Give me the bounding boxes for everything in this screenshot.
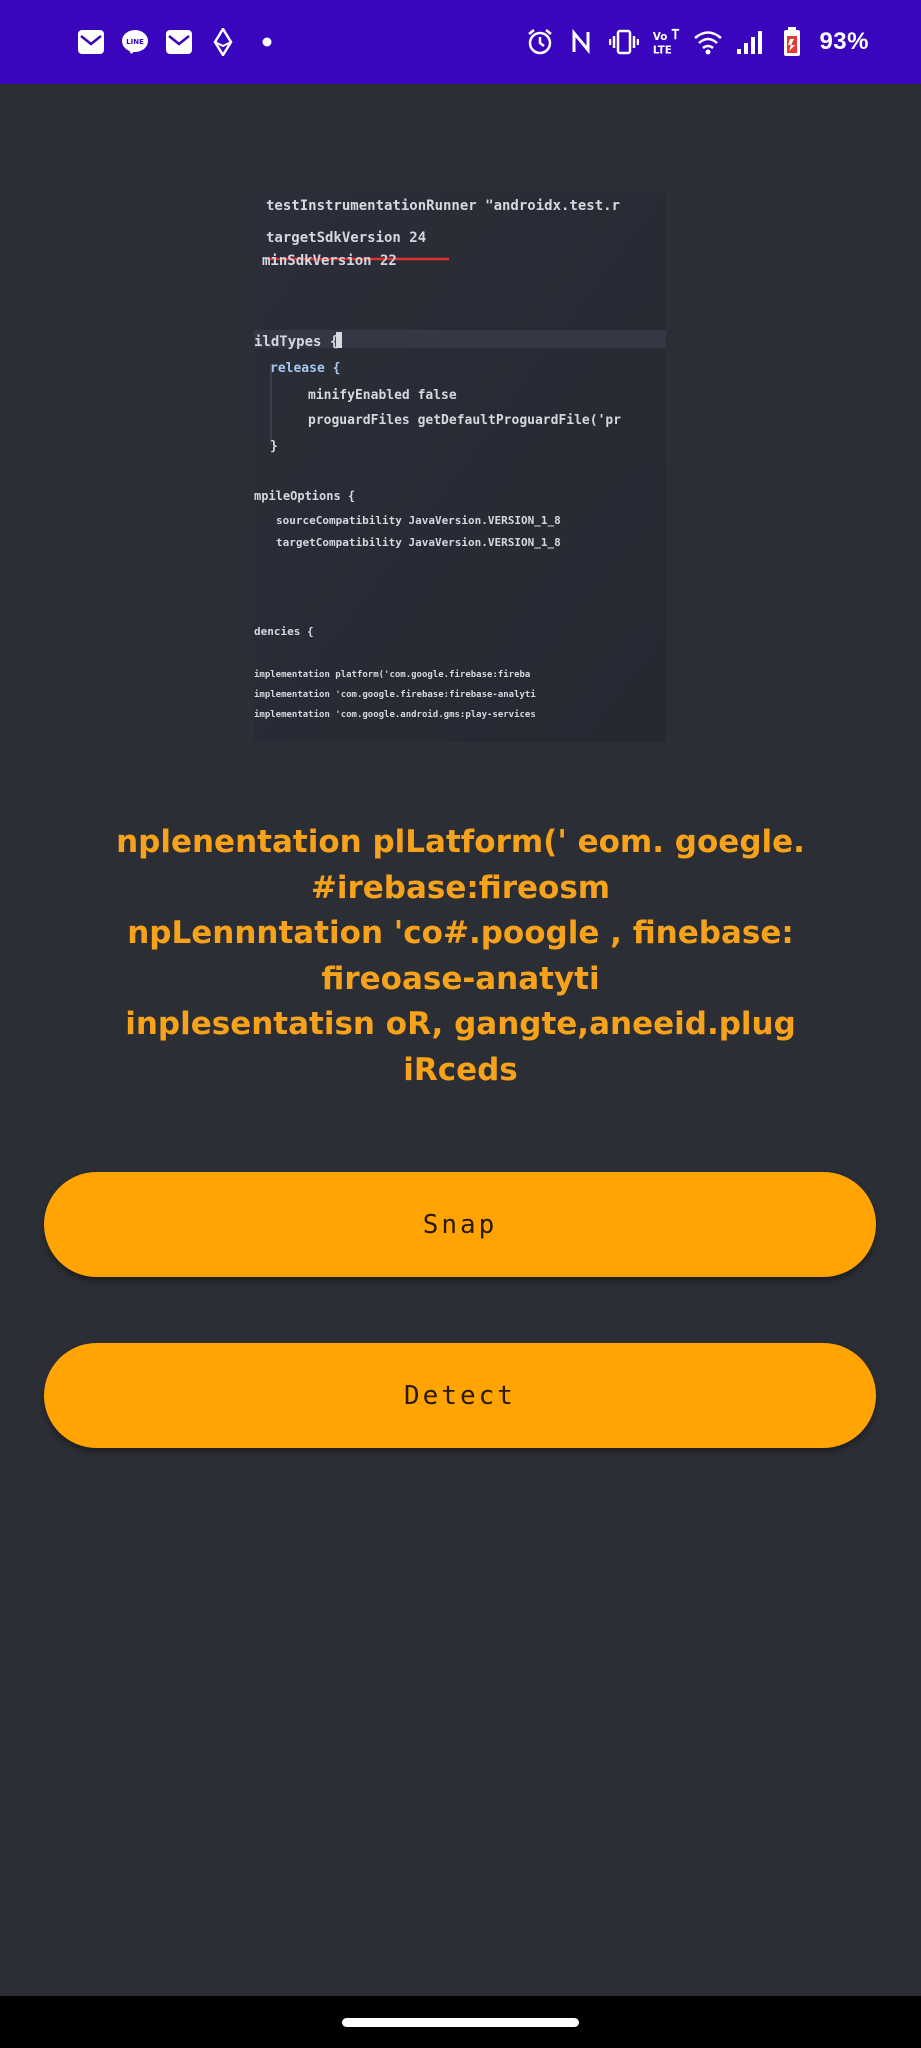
status-bar: LINE Vo LTE 93% xyxy=(0,0,921,84)
code-line: } xyxy=(270,439,278,454)
mail-icon xyxy=(76,27,106,57)
volte-icon: Vo LTE xyxy=(651,27,681,57)
vibrate-icon xyxy=(609,27,640,57)
code-line: release { xyxy=(270,361,340,376)
snap-button[interactable]: Snap xyxy=(44,1172,876,1277)
svg-text:LTE: LTE xyxy=(653,44,672,56)
code-line: targetCompatibility JavaVersion.VERSION_… xyxy=(276,536,561,549)
captured-image: testInstrumentationRunner "androidx.test… xyxy=(254,192,666,742)
detect-button[interactable]: Detect xyxy=(44,1343,876,1448)
navigation-bar xyxy=(0,1996,921,2048)
code-line: implementation platform('com.google.fire… xyxy=(254,669,530,680)
wifi-icon xyxy=(693,27,723,57)
code-line: minifyEnabled false xyxy=(308,388,457,403)
code-line: minSdkVersion 22 xyxy=(262,253,397,269)
system-icons: Vo LTE 93% xyxy=(525,26,869,58)
detected-text: nplenentation plLatform(' eom. goegle. #… xyxy=(116,824,805,1088)
code-line: targetSdkVersion 24 xyxy=(266,230,426,246)
code-line: testInstrumentationRunner "androidx.test… xyxy=(266,198,620,214)
svg-text:Vo: Vo xyxy=(653,31,667,43)
signal-icon xyxy=(735,27,765,57)
code-line: proguardFiles getDefaultProguardFile('pr xyxy=(308,413,621,428)
code-line: implementation 'com.google.android.gms:p… xyxy=(254,709,536,720)
alarm-icon xyxy=(525,27,555,57)
notification-icons: LINE xyxy=(76,26,282,58)
svg-text:LINE: LINE xyxy=(126,38,144,46)
code-line: mpileOptions { xyxy=(254,489,355,503)
code-line: implementation 'com.google.firebase:fire… xyxy=(254,689,536,700)
home-indicator[interactable] xyxy=(342,2018,579,2027)
dot-icon xyxy=(252,27,282,57)
battery-icon xyxy=(777,27,807,57)
nfc-icon xyxy=(567,27,597,57)
ethereum-icon xyxy=(208,27,238,57)
mail-icon xyxy=(164,27,194,57)
code-line: dencies { xyxy=(254,625,314,638)
line-app-icon: LINE xyxy=(120,27,150,57)
battery-percent: 93% xyxy=(819,28,869,55)
code-line: sourceCompatibility JavaVersion.VERSION_… xyxy=(276,514,561,527)
code-line: ildTypes { xyxy=(254,334,338,350)
